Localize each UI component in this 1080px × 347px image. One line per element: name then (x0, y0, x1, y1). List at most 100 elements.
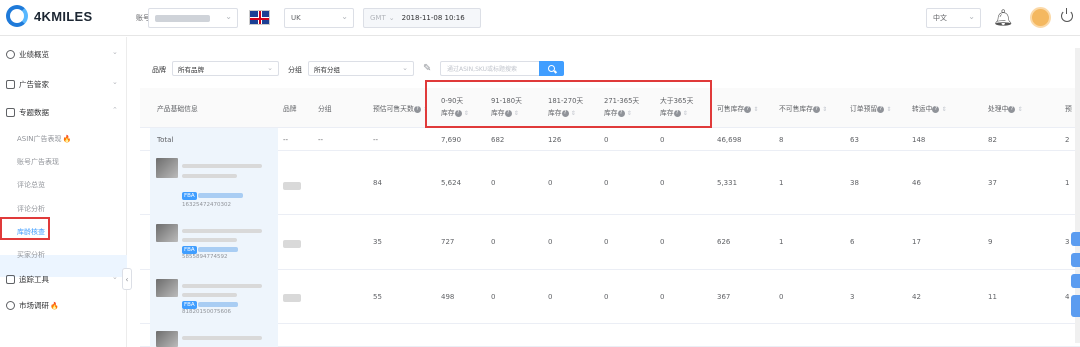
chevron-down-icon: ⌄ (112, 78, 118, 86)
power-icon[interactable] (1061, 8, 1073, 22)
avatar[interactable] (1030, 7, 1051, 28)
bell-icon[interactable]: 🔔︎ (993, 8, 1013, 27)
col-transfer[interactable]: 转运中? ⇕ (912, 103, 947, 116)
col-sell-days[interactable]: 预估可售天数? ⇕ (373, 103, 428, 116)
group-filter-select[interactable]: 所有分组 ⌄ (308, 61, 414, 76)
cell-transfer: 42 (912, 293, 921, 301)
uk-flag-icon (249, 10, 270, 25)
timezone-datetime: 2018-11-08 10:16 (401, 14, 465, 22)
chat-icon[interactable] (1071, 253, 1080, 267)
total-unsellable: 8 (779, 136, 784, 144)
chevron-down-icon: ⌄ (112, 48, 118, 56)
total-age-365-plus: 0 (660, 136, 665, 144)
cell-age-365-plus: 0 (660, 179, 665, 187)
cell-processing: 37 (988, 179, 997, 187)
float-widget-icon[interactable] (1071, 232, 1080, 246)
col-reserved[interactable]: 订单预留? ⇕ (850, 103, 891, 116)
doc-icon (6, 108, 15, 117)
help-icon: ? (413, 105, 421, 113)
cell-reserved: 6 (850, 238, 855, 246)
table-row[interactable] (140, 215, 1080, 270)
sidebar-item-label: 广告管家 (19, 80, 49, 89)
language-select[interactable]: 中文 ⌄ (926, 8, 981, 28)
sidebar-subitem-account-ads[interactable]: 账号广告表现 (17, 157, 59, 167)
table-row[interactable] (140, 324, 1080, 347)
cell-unsellable: 1 (779, 179, 784, 187)
sidebar-item-label: 专题数据 (19, 108, 49, 117)
cell-processing: 11 (988, 293, 997, 301)
table-row[interactable] (140, 151, 1080, 215)
sidebar-item-market-research[interactable]: 市场调研 🔥 (6, 300, 59, 311)
cell-unsellable: 0 (779, 293, 784, 301)
chevron-down-icon: ⌄ (267, 64, 273, 72)
product-title-redacted (182, 229, 262, 233)
product-thumbnail[interactable] (156, 158, 178, 178)
cell-age-0-90: 498 (441, 293, 455, 301)
sidebar-item-label: 追踪工具 (19, 275, 49, 284)
col-sellable-label: 可售库存 (717, 105, 745, 113)
edit-icon[interactable]: ✎ (423, 63, 431, 74)
timezone-display: GMT ⌄ 2018-11-08 10:16 (363, 8, 481, 28)
product-thumbnail[interactable] (156, 279, 178, 297)
col-sellable[interactable]: 可售库存? ⇕ (717, 103, 758, 116)
marketplace-select[interactable]: UK ⌄ (284, 8, 354, 28)
cell-reserved: 38 (850, 179, 859, 187)
product-thumbnail[interactable] (156, 224, 178, 242)
col-processing[interactable]: 处理中? ⇕ (988, 103, 1023, 116)
message-icon[interactable] (1071, 274, 1080, 288)
sort-icon: ⇕ (1017, 106, 1023, 113)
cell-age-181-270: 0 (548, 293, 553, 301)
product-thumbnail[interactable] (156, 331, 178, 347)
sort-icon: ⇕ (822, 106, 828, 113)
col-reserved-label: 订单预留 (850, 105, 878, 113)
col-brand: 品牌 (283, 105, 297, 113)
cell-age-271-365: 0 (604, 293, 609, 301)
cell-extra: 4 (1065, 293, 1070, 301)
sku-redacted (198, 302, 238, 307)
total-age-0-90: 7,690 (441, 136, 462, 144)
sidebar-item-topic-data[interactable]: 专题数据 (6, 107, 49, 118)
help-icon: ? (744, 105, 752, 113)
chevron-down-icon: ⌄ (402, 64, 408, 72)
sidebar-subitem-label: ASIN广告表现 (17, 135, 62, 143)
app-logo[interactable]: 4KMILES (6, 5, 92, 27)
total-age-271-365: 0 (604, 136, 609, 144)
sidebar-item-tracking[interactable]: 追踪工具 (6, 274, 49, 285)
product-asin[interactable]: 5855894774592 (182, 254, 228, 260)
product-asin[interactable]: 81820150075606 (182, 309, 231, 315)
sku-redacted (198, 247, 238, 252)
total-processing: 82 (988, 136, 997, 144)
sidebar-subitem-asin-ads[interactable]: ASIN广告表现🔥 (17, 134, 71, 144)
sidebar-subitem-review-analysis[interactable]: 评论分析 (17, 204, 45, 214)
track-icon (6, 275, 15, 284)
sidebar-subitem-review-overview[interactable]: 评论总览 (17, 180, 45, 190)
brand-filter-select[interactable]: 所有品牌 ⌄ (172, 61, 279, 76)
product-asin[interactable]: 16325472470302 (182, 202, 231, 208)
language-value: 中文 (933, 14, 947, 22)
total-age-91-180: 682 (491, 136, 505, 144)
total-extra: 2 (1065, 136, 1070, 144)
sidebar-subitem-buyer-analysis[interactable]: 买家分析 (17, 250, 45, 260)
sidebar-item-performance[interactable]: 业绩概览 (6, 49, 49, 60)
sidebar-item-ads[interactable]: 广告管家 (6, 79, 49, 90)
col-unsellable[interactable]: 不可售库存? ⇕ (779, 103, 827, 116)
cell-sell-days: 35 (373, 238, 382, 246)
col-sell-days-label: 预估可售天数 (373, 105, 414, 113)
fba-badge: FBA (182, 246, 197, 254)
brand-filter-label: 品牌 (152, 66, 166, 74)
chevron-down-icon: ⌄ (968, 12, 975, 21)
search-button[interactable] (539, 61, 564, 76)
mini-program-icon[interactable] (1071, 295, 1080, 317)
cell-age-271-365: 0 (604, 179, 609, 187)
cell-sellable: 5,331 (717, 179, 738, 187)
table-row[interactable] (140, 270, 1080, 324)
account-select[interactable]: ⌄ (148, 8, 238, 28)
marketplace-value: UK (291, 14, 301, 22)
sidebar-collapse-button[interactable]: ‹ (122, 268, 132, 290)
brand-filter-value: 所有品牌 (178, 65, 204, 74)
col-transfer-label: 转运中 (912, 105, 933, 113)
total-label: Total (157, 136, 174, 144)
search-input[interactable]: 通过ASIN,SKU或标题搜索 (440, 61, 540, 76)
logo-text: 4KMILES (34, 8, 93, 24)
chevron-down-icon: ⌄ (112, 273, 118, 281)
